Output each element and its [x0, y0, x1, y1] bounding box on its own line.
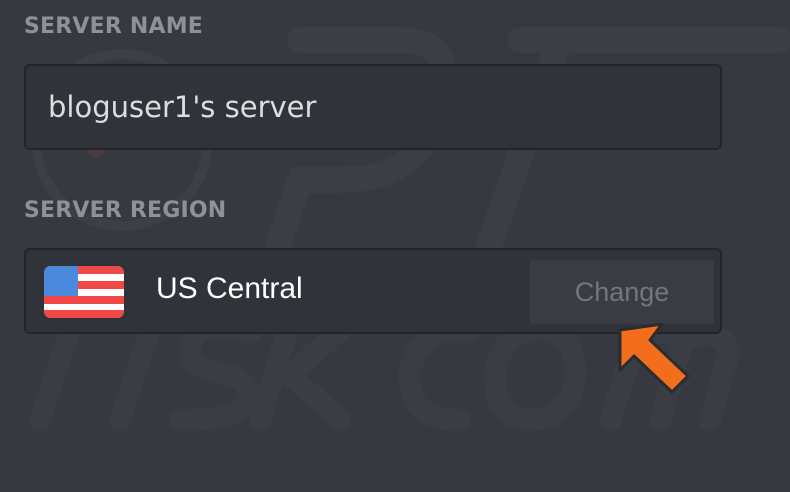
server-region-name: US Central	[156, 272, 303, 305]
server-region-label: SERVER REGION	[24, 198, 227, 223]
pointer-arrow-icon	[618, 322, 690, 394]
server-name-field[interactable]	[24, 64, 722, 150]
server-name-label: SERVER NAME	[24, 14, 204, 39]
change-region-button[interactable]: Change	[530, 260, 714, 324]
us-flag-icon	[44, 266, 124, 318]
server-name-input[interactable]	[26, 66, 720, 148]
